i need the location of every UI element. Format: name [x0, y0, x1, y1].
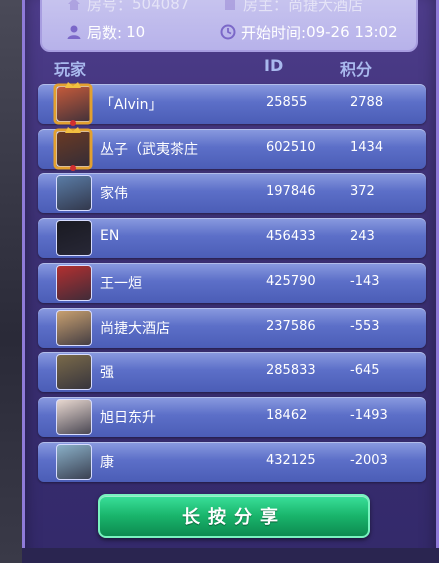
start-time: 开始时间: 09-26 13:02 — [220, 20, 398, 44]
house-icon — [68, 0, 80, 10]
player-name: 旭日东升 — [100, 410, 156, 426]
player-score: -1493 — [350, 408, 388, 423]
table-row: 王一烜 425790 -143 — [38, 263, 426, 303]
player-id: 456433 — [266, 229, 316, 244]
person-icon — [67, 25, 81, 39]
building-icon — [225, 0, 235, 10]
player-name: 王一烜 — [100, 276, 142, 292]
player-name: 家伟 — [100, 186, 128, 202]
left-edge — [0, 0, 22, 563]
table-row: 康 432125 -2003 — [38, 442, 426, 482]
player-score: 243 — [350, 229, 375, 244]
bottom-bar — [22, 548, 439, 563]
player-id: 25855 — [266, 95, 308, 110]
room-owner: 房主： 尚捷大酒店 — [222, 0, 363, 16]
player-score: -553 — [350, 319, 380, 334]
table-row: 尚捷大酒店 237586 -553 — [38, 308, 426, 348]
room-number-label: 房号： — [87, 0, 133, 14]
player-score: 372 — [350, 184, 375, 199]
player-name: 「Alvin」 — [100, 97, 163, 113]
room-number-value: 504087 — [132, 0, 190, 13]
player-name: EN — [100, 228, 120, 244]
share-button-label: 长按分享 — [182, 507, 286, 528]
player-name: 康 — [100, 455, 114, 471]
start-time-value: 09-26 13:02 — [306, 23, 398, 41]
table-row: 家伟 197846 372 — [38, 173, 426, 213]
player-id: 237586 — [266, 319, 316, 334]
avatar — [56, 399, 92, 435]
avatar — [56, 131, 92, 167]
avatar — [56, 265, 92, 301]
room-info-row-1: 房号： 504087 房主： 尚捷大酒店 — [42, 0, 416, 16]
player-id: 602510 — [266, 140, 316, 155]
header-id: ID — [264, 56, 284, 75]
avatar — [56, 310, 92, 346]
player-score: -2003 — [350, 453, 388, 468]
player-id: 197846 — [266, 184, 316, 199]
table-row: 强 285833 -645 — [38, 352, 426, 392]
player-id: 285833 — [266, 363, 316, 378]
table-row: EN 456433 243 — [38, 218, 426, 258]
avatar — [56, 175, 92, 211]
rounds-value: 10 — [126, 23, 146, 41]
share-button[interactable]: 长按分享 — [98, 494, 370, 538]
player-score: 1434 — [350, 140, 384, 155]
player-score: 2788 — [350, 95, 384, 110]
player-name: 丛子（武夷茶庄 — [100, 142, 198, 158]
player-name: 尚捷大酒店 — [100, 321, 170, 337]
player-score: -645 — [350, 363, 380, 378]
table-header: 玩家 ID 积分 — [40, 56, 420, 80]
player-name: 强 — [100, 365, 114, 381]
header-player: 玩家 — [54, 60, 87, 79]
rounds: 局数: 10 — [66, 20, 145, 44]
rounds-label: 局数: — [87, 23, 123, 42]
table-row: 「Alvin」 25855 2788 — [38, 82, 426, 126]
player-id: 425790 — [266, 274, 316, 289]
header-score: 积分 — [340, 60, 373, 79]
avatar — [56, 220, 92, 256]
avatar — [56, 86, 92, 122]
avatar — [56, 354, 92, 390]
avatar — [56, 444, 92, 480]
player-id: 432125 — [266, 453, 316, 468]
room-number: 房号： 504087 — [66, 0, 189, 16]
room-info-box: 房号： 504087 房主： 尚捷大酒店 局数: 10 开始时间: 09-26 … — [40, 0, 418, 52]
room-owner-label: 房主： — [243, 0, 289, 14]
start-time-label: 开始时间: — [241, 23, 307, 42]
table-row: 旭日东升 18462 -1493 — [38, 397, 426, 437]
room-owner-value: 尚捷大酒店 — [288, 0, 364, 14]
player-id: 18462 — [266, 408, 308, 423]
player-score: -143 — [350, 274, 380, 289]
room-info-row-2: 局数: 10 开始时间: 09-26 13:02 — [42, 20, 416, 44]
table-row: 丛子（武夷茶庄 602510 1434 — [38, 127, 426, 171]
clock-icon — [220, 24, 236, 40]
